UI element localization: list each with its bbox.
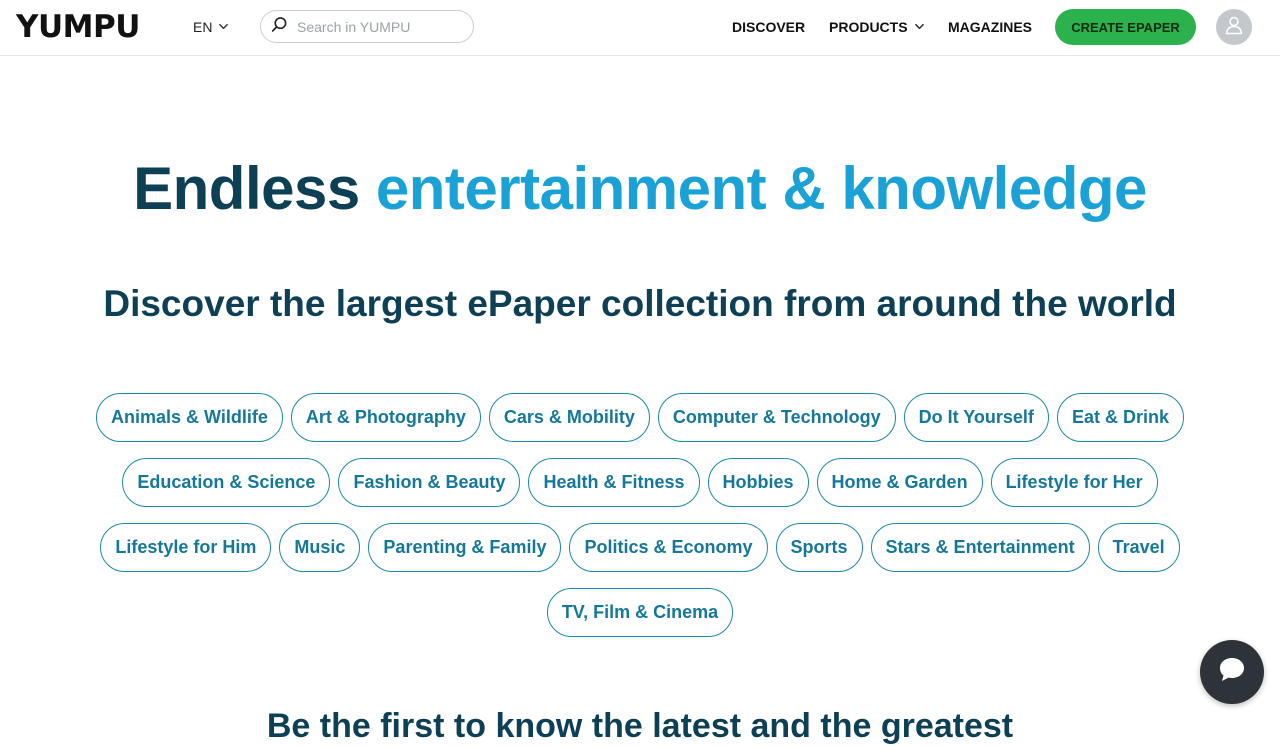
category-chip[interactable]: Animals & Wildlife <box>96 393 283 442</box>
category-chip[interactable]: Do It Yourself <box>903 393 1049 442</box>
language-label: EN <box>193 19 213 35</box>
nav-discover[interactable]: DISCOVER <box>732 17 805 37</box>
nav-products-label: PRODUCTS <box>829 19 908 35</box>
category-chip[interactable]: Politics & Economy <box>569 523 768 572</box>
nav-products[interactable]: PRODUCTS <box>829 17 925 37</box>
search-icon <box>271 16 288 38</box>
site-header: YUMPU EN DISCOVER PRODUCTS MAGAZINES CRE… <box>0 0 1280 56</box>
nav-discover-label: DISCOVER <box>732 19 806 35</box>
hero-title-dark: Endless <box>133 155 360 222</box>
category-chip[interactable]: Health & Fitness <box>528 458 700 507</box>
category-chip[interactable]: Art & Photography <box>290 393 481 442</box>
search-box[interactable] <box>260 10 474 43</box>
search-input[interactable] <box>295 17 469 36</box>
category-chip[interactable]: Fashion & Beauty <box>338 458 521 507</box>
hero-title: Endless entertainment & knowledge <box>0 153 1280 225</box>
user-icon <box>1224 15 1244 40</box>
hero-subtitle: Discover the largest ePaper collection f… <box>103 283 1177 324</box>
category-chip[interactable]: Travel <box>1097 523 1180 572</box>
category-chip[interactable]: Cars & Mobility <box>488 393 650 442</box>
category-chip[interactable]: Home & Garden <box>816 458 983 507</box>
category-chip[interactable]: Stars & Entertainment <box>870 523 1090 572</box>
nav-magazines[interactable]: MAGAZINES <box>948 17 1032 37</box>
yumpu-logo[interactable]: YUMPU <box>16 8 140 46</box>
category-chip[interactable]: Lifestyle for Her <box>990 458 1158 507</box>
language-selector[interactable]: EN <box>193 17 229 37</box>
category-chip[interactable]: Sports <box>775 523 863 572</box>
chat-button[interactable] <box>1200 640 1264 704</box>
category-chip[interactable]: Music <box>279 523 361 572</box>
category-list: Animals & Wildlife Art & Photography Cars … <box>80 393 1200 637</box>
create-epaper-button[interactable]: CREATE EPAPER <box>1055 9 1196 45</box>
user-avatar[interactable] <box>1216 9 1252 45</box>
chat-bubble-icon <box>1216 654 1248 691</box>
chevron-down-icon <box>914 17 925 37</box>
category-chip[interactable]: Computer & Technology <box>657 393 896 442</box>
category-chip[interactable]: Education & Science <box>122 458 331 507</box>
chevron-down-icon <box>218 19 229 35</box>
category-chip[interactable]: Parenting & Family <box>368 523 562 572</box>
category-chip[interactable]: Lifestyle for Him <box>100 523 272 572</box>
section-teaser: Be the first to know the latest and the … <box>266 707 1014 745</box>
category-chip[interactable]: TV, Film & Cinema <box>546 588 734 637</box>
category-chip[interactable]: Eat & Drink <box>1056 393 1184 442</box>
nav-magazines-label: MAGAZINES <box>948 19 1032 35</box>
category-chip[interactable]: Hobbies <box>707 458 809 507</box>
hero-title-light: entertainment & knowledge <box>375 155 1147 222</box>
